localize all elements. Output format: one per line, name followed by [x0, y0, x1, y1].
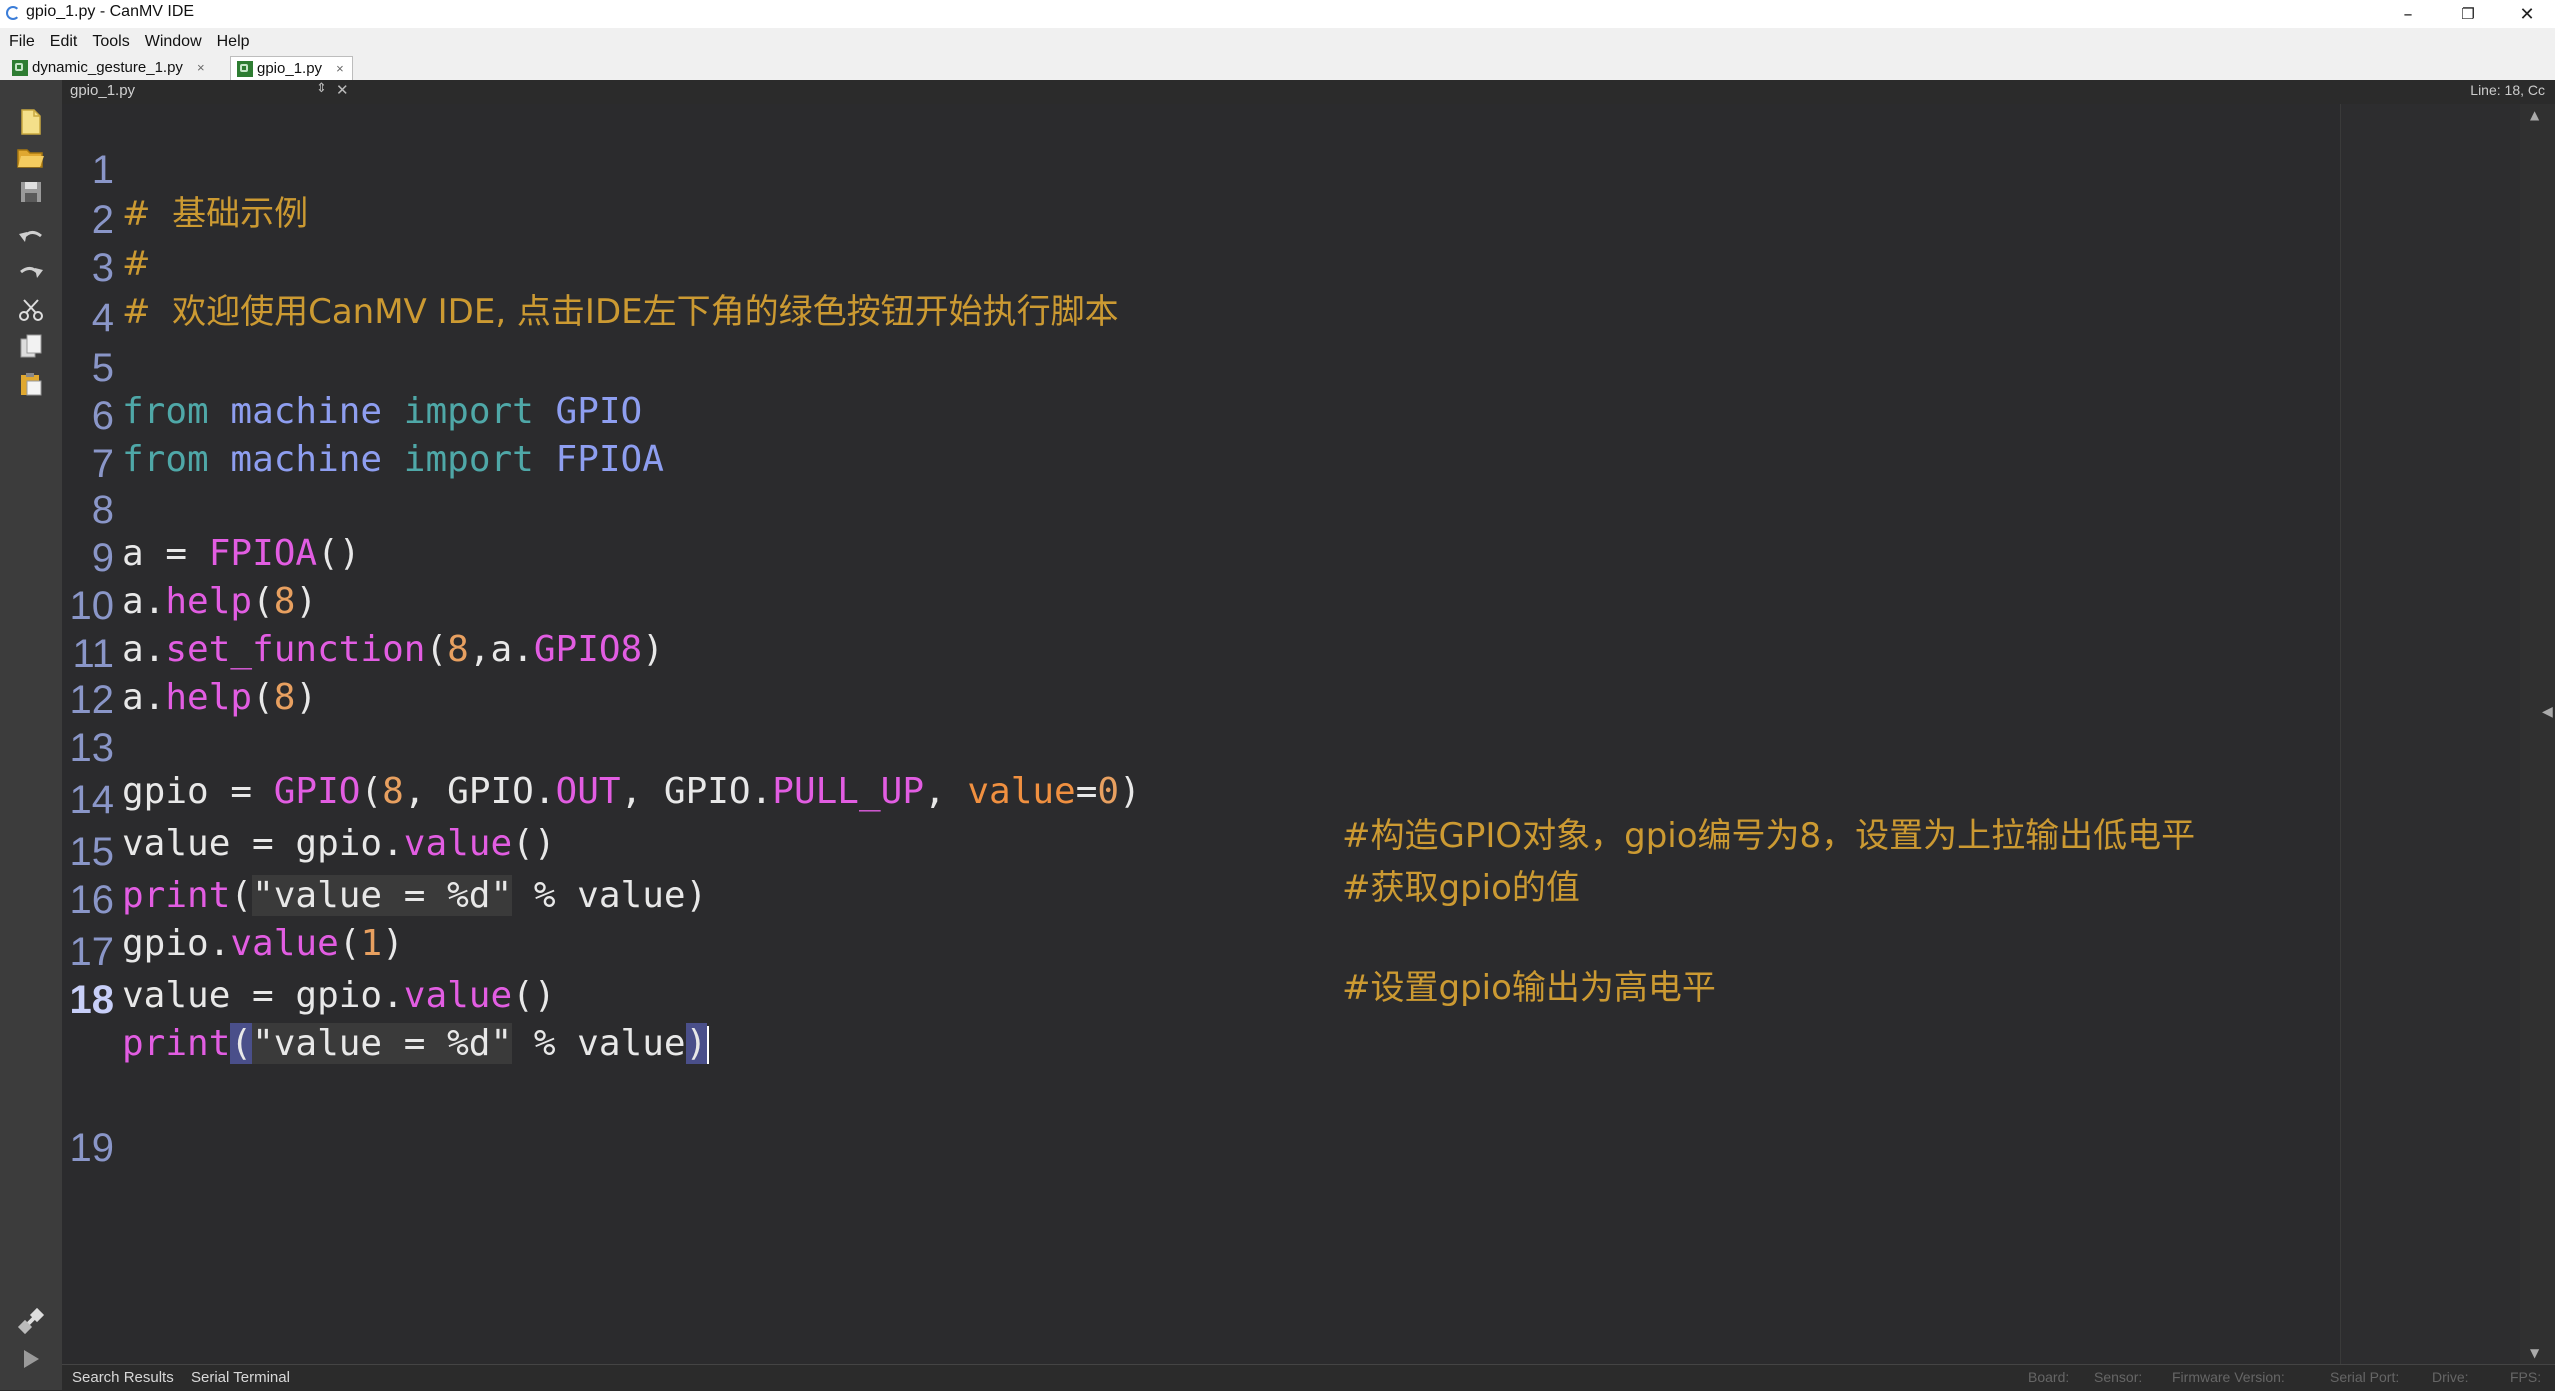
code-line: 15 print("value = %d" % value) — [62, 786, 707, 916]
code-line: 17 value = gpio.value() — [62, 886, 556, 1016]
code-line: 1 # 基础示例 — [62, 104, 308, 234]
trailing-comment: #构造GPIO对象，gpio编号为8，设置为上拉输出低电平 — [1342, 816, 2196, 856]
firmware-status: Firmware Version: — [2172, 1369, 2285, 1385]
code-line: 4 — [62, 252, 149, 340]
comment: # 欢迎使用CanMV IDE, 点击IDE左下角的绿色按钮开始执行脚本 — [122, 292, 1119, 332]
title-bar: gpio_1.py - CanMV IDE – ❐ ✕ — [0, 0, 2555, 28]
code-text: a.set_function(8,a.GPIO8) — [122, 629, 664, 670]
code-line: 2 # — [62, 154, 151, 284]
search-results-tab[interactable]: Search Results — [72, 1369, 174, 1386]
code-line: 10 a.set_function(8,a.GPIO8) — [62, 540, 664, 670]
save-icon[interactable] — [16, 178, 46, 206]
new-file-icon[interactable] — [16, 108, 46, 136]
tab-dynamic-gesture[interactable]: dynamic_gesture_1.py × — [6, 56, 213, 79]
paste-icon[interactable] — [16, 370, 46, 398]
code-line: 16 gpio.value(1) #设置gpio输出为高电平 — [62, 834, 1716, 1008]
cut-icon[interactable] — [16, 296, 46, 324]
undo-icon[interactable] — [16, 222, 46, 250]
code-line: 14 value = gpio.value() #获取gpio的值 — [62, 734, 1580, 908]
code-text: from machine import GPIO — [122, 391, 643, 432]
collapse-panel-icon[interactable]: ◀ — [2542, 704, 2553, 720]
code-line: 13 gpio = GPIO(8, GPIO.OUT, GPIO.PULL_UP… — [62, 682, 2196, 856]
menu-tools[interactable]: Tools — [92, 33, 129, 51]
code-text: a = FPIOA() — [122, 533, 361, 574]
trailing-comment: #获取gpio的值 — [1342, 868, 1580, 908]
line-number: 18 — [69, 978, 115, 1022]
code-line: 6 from machine import FPIOA — [62, 350, 664, 480]
close-window-button[interactable]: ✕ — [2499, 0, 2555, 28]
code-line: 11 a.help(8) — [62, 588, 317, 718]
copy-icon[interactable] — [16, 332, 46, 360]
code-line: 5 from machine import GPIO — [62, 302, 642, 432]
bracket-match: ( — [230, 1023, 253, 1064]
serial-port-status: Serial Port: — [2330, 1369, 2400, 1385]
menu-edit[interactable]: Edit — [50, 33, 78, 51]
code-text: from machine import FPIOA — [122, 439, 664, 480]
code-line-current: 18 print("value = %d" % value) — [62, 934, 710, 1064]
code-text: a.help(8) — [122, 677, 318, 718]
cursor-position: Line: 18, Cc — [2470, 82, 2545, 98]
redo-icon[interactable] — [16, 258, 46, 286]
status-bar: Search Results Serial Terminal Board: Se… — [62, 1364, 2555, 1391]
scroll-up-icon[interactable]: ▲ — [2530, 108, 2539, 122]
board-status: Board: — [2028, 1369, 2070, 1385]
code-text: a.help(8) — [122, 581, 318, 622]
text-cursor — [707, 1026, 710, 1064]
tab-label: dynamic_gesture_1.py — [32, 59, 183, 76]
minimap-panel[interactable] — [2340, 104, 2521, 1364]
tab-gpio[interactable]: gpio_1.py × — [230, 56, 353, 80]
tab-label: gpio_1.py — [257, 60, 323, 77]
code-line: 19 — [62, 1082, 149, 1170]
close-file-button[interactable]: ✕ — [336, 81, 349, 99]
trailing-comment: #设置gpio输出为高电平 — [1342, 968, 1716, 1008]
drive-status: Drive: — [2432, 1369, 2469, 1385]
comment: # 基础示例 — [122, 194, 309, 234]
python-file-icon — [12, 59, 28, 76]
python-file-icon — [237, 60, 253, 77]
code-text: print("value = %d" % value) — [122, 875, 708, 916]
code-text: value = gpio.value() — [122, 975, 556, 1016]
code-line: 8 a = FPIOA() — [62, 444, 361, 574]
code-text: value = gpio.value() — [122, 823, 556, 864]
code-line: 9 a.help(8) — [62, 492, 317, 622]
left-toolbar — [0, 80, 62, 1390]
code-line: 12 — [62, 634, 149, 722]
canmv-logo-icon — [6, 6, 20, 20]
connect-icon[interactable] — [14, 1304, 48, 1338]
bracket-match: ) — [685, 1023, 708, 1064]
minimize-button[interactable]: – — [2380, 0, 2436, 28]
fps-status: FPS: — [2510, 1369, 2542, 1385]
restore-button[interactable]: ❐ — [2440, 0, 2496, 28]
line-number: 19 — [69, 1126, 115, 1170]
code-line: 3 # 欢迎使用CanMV IDE, 点击IDE左下角的绿色按钮开始执行脚本 — [62, 202, 1119, 332]
document-tabs: dynamic_gesture_1.py × gpio_1.py × — [0, 55, 2555, 81]
code-text: gpio = GPIO(8, GPIO.OUT, GPIO.PULL_UP, v… — [122, 771, 1141, 812]
file-switch-arrows-icon[interactable]: ⇕ — [316, 81, 327, 96]
editor-file-bar: gpio_1.py ⇕ ✕ Line: 18, Cc — [62, 80, 2555, 105]
scroll-down-icon[interactable]: ▼ — [2530, 1346, 2539, 1360]
code-line: 7 — [62, 398, 149, 486]
vertical-scrollbar[interactable]: ▲ ◀ ▼ — [2520, 104, 2555, 1364]
open-folder-icon[interactable] — [16, 144, 46, 172]
menu-bar: File Edit Tools Window Help — [0, 28, 2555, 55]
menu-file[interactable]: File — [9, 33, 35, 51]
menu-window[interactable]: Window — [145, 33, 202, 51]
code-text: gpio.value(1) — [122, 923, 404, 964]
code-editor[interactable]: 1 # 基础示例 2 # 3 # 欢迎使用CanMV IDE, 点击IDE左下角… — [62, 104, 2340, 1364]
current-file-name[interactable]: gpio_1.py — [70, 82, 135, 99]
tab-close-button[interactable]: × — [336, 61, 344, 76]
sensor-status: Sensor: — [2094, 1369, 2143, 1385]
menu-help[interactable]: Help — [217, 33, 250, 51]
serial-terminal-tab[interactable]: Serial Terminal — [191, 1369, 290, 1386]
run-icon[interactable] — [14, 1342, 48, 1376]
tab-close-button[interactable]: × — [197, 60, 205, 75]
code-text: print("value = %d" % value) — [122, 1023, 710, 1064]
window-title: gpio_1.py - CanMV IDE — [26, 3, 195, 20]
